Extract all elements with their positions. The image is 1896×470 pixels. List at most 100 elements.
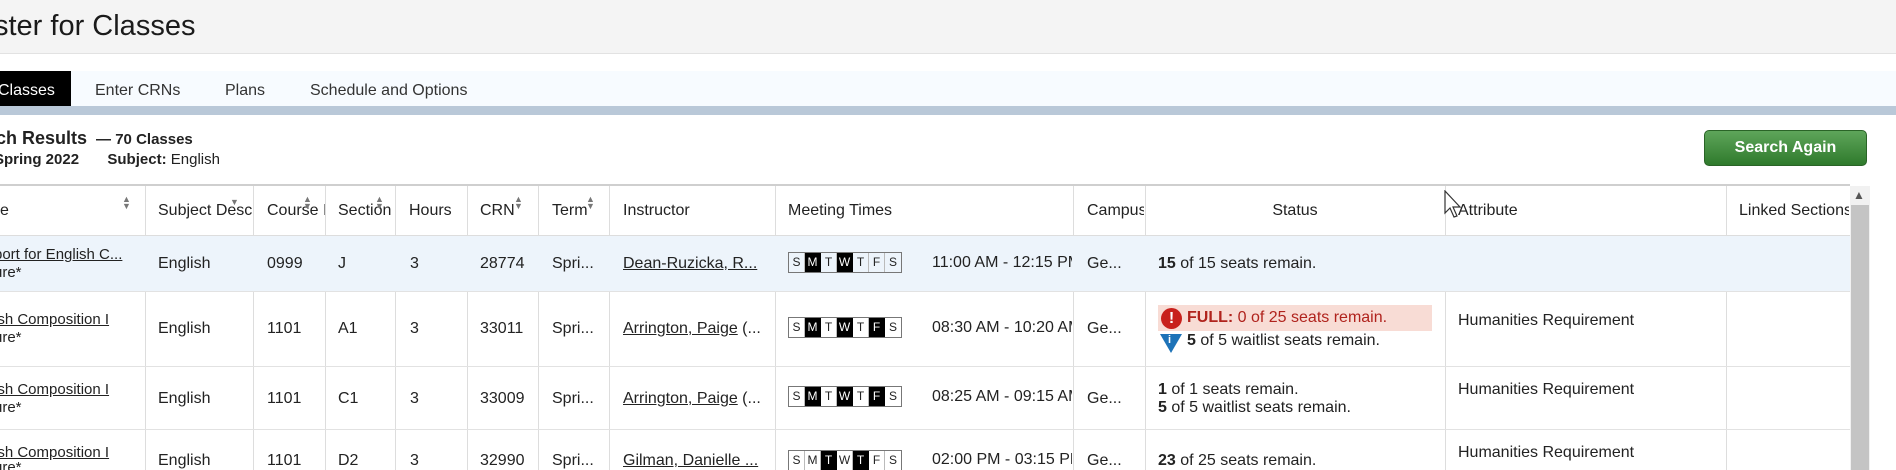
sort-icon[interactable]: ▲ ▼ [514, 195, 523, 211]
campus-cell: Ge... [1087, 320, 1122, 337]
col-title[interactable]: e [0, 186, 140, 236]
day-indicator: T [821, 387, 837, 406]
day-indicator: F [869, 387, 885, 406]
campus-cell: Ge... [1087, 255, 1122, 272]
sort-icon[interactable]: ▼ [230, 198, 239, 207]
course-cell: 0999 [267, 255, 303, 272]
day-indicator: M [805, 318, 821, 337]
status-seats-count: 1 [1158, 381, 1167, 398]
course-title-sub: ure* [0, 329, 22, 346]
course-title-link[interactable]: ish Composition I [0, 311, 132, 328]
status-seats-text: of 15 seats remain. [1175, 255, 1317, 272]
col-linked-sections[interactable]: Linked Sections [1739, 186, 1849, 236]
hours-cell: 3 [410, 390, 419, 407]
waitlist-info-icon: i [1160, 334, 1182, 353]
section-cell: J [338, 255, 346, 272]
col-section[interactable]: Section [338, 186, 394, 236]
crn-cell: 32990 [480, 452, 525, 469]
instructor-suffix: (... [737, 390, 761, 407]
hours-cell: 3 [410, 255, 419, 272]
tab-classes[interactable]: Classes [0, 71, 71, 108]
status-seats-text: of 1 seats remain. [1166, 381, 1299, 398]
day-indicator: S [789, 318, 805, 337]
section-cell: D2 [338, 452, 359, 469]
results-criteria: Spring 2022 Subject: English [0, 151, 220, 168]
day-indicator: T [821, 318, 837, 337]
day-indicator: T [853, 451, 869, 470]
col-hours[interactable]: Hours [409, 186, 464, 236]
day-indicator: S [888, 320, 897, 334]
full-detail: 0 of 25 seats remain. [1233, 309, 1388, 326]
instructor-link[interactable]: Arrington, Paige [623, 320, 738, 337]
instructor-suffix: (... [737, 320, 761, 337]
status-cell: 23 of 25 seats remain. [1158, 452, 1316, 470]
page-title: ster for Classes [0, 10, 196, 42]
day-indicator: S [888, 453, 897, 467]
sort-icon[interactable]: ▲ ▼ [303, 195, 312, 211]
day-indicator: M [805, 451, 821, 470]
day-indicator: S [789, 387, 805, 406]
col-meeting-times[interactable]: Meeting Times [788, 186, 988, 236]
scroll-up-arrow-icon[interactable]: ▲ [1853, 188, 1865, 202]
course-title-sub: ure* [0, 264, 22, 281]
col-course[interactable]: Course I [267, 186, 325, 236]
col-campus[interactable]: Campus [1087, 186, 1144, 236]
crn-cell: 33009 [480, 390, 525, 407]
meeting-days: SMTWTFS [788, 252, 902, 273]
instructor-link[interactable]: Dean-Ruzicka, R... [623, 255, 773, 273]
attribute-cell: Humanities Requirement [1458, 444, 1635, 461]
subject-value: English [170, 151, 220, 168]
day-indicator: T [853, 387, 869, 406]
attribute-cell: Humanities Requirement [1458, 312, 1635, 329]
col-attribute[interactable]: Attribute [1458, 186, 1618, 236]
course-cell: 1101 [267, 452, 302, 469]
waitlist-status: 5 of 5 waitlist seats remain. [1158, 399, 1351, 417]
day-indicator: W [837, 387, 853, 406]
day-indicator: W [837, 451, 853, 470]
term-cell: Spri... [552, 320, 594, 337]
course-cell: 1101 [267, 320, 302, 337]
instructor-cell: Arrington, Paige (... [623, 320, 773, 338]
day-indicator: M [805, 387, 821, 406]
tab-plans[interactable]: Plans [225, 71, 265, 108]
waitlist-count: 5 [1158, 399, 1167, 416]
subject-cell: English [158, 390, 211, 407]
crn-cell: 33011 [480, 320, 524, 337]
day-indicator: F [869, 451, 885, 470]
search-again-button[interactable]: Search Again [1704, 130, 1867, 166]
term-cell: Spri... [552, 390, 594, 407]
day-indicator: S [888, 255, 897, 269]
day-indicator: W [837, 253, 853, 272]
instructor-link[interactable]: Gilman, Danielle ... [623, 452, 773, 470]
term-value: Spring 2022 [0, 151, 80, 168]
meeting-time: 08:30 AM - 10:20 AM [932, 319, 1072, 336]
results-count: — 70 Classes [96, 131, 193, 148]
term-cell: Spri... [552, 255, 594, 272]
full-status-text: FULL: 0 of 25 seats remain. [1187, 309, 1387, 327]
col-subject[interactable]: Subject Descri [158, 186, 253, 236]
crn-cell: 28774 [480, 255, 525, 272]
results-title: ch Results — 70 Classes [0, 128, 193, 149]
col-instructor[interactable]: Instructor [623, 186, 763, 236]
waitlist-status: 5 of 5 waitlist seats remain. [1187, 332, 1380, 350]
subject-cell: English [158, 255, 211, 272]
term-cell: Spri... [552, 452, 594, 469]
day-indicator: W [837, 318, 853, 337]
sort-icon[interactable]: ▲ ▼ [122, 195, 131, 211]
subject-key: Subject: [107, 151, 167, 168]
course-title-link[interactable]: port for English C... [0, 246, 132, 263]
meeting-days: SMTWTFS [788, 386, 902, 407]
meeting-time: 08:25 AM - 09:15 AM [932, 388, 1072, 405]
tab-schedule-and-options[interactable]: Schedule and Options [310, 71, 467, 108]
attribute-cell: Humanities Requirement [1458, 381, 1635, 398]
day-indicator: S [789, 253, 805, 272]
day-indicator: M [805, 253, 821, 272]
instructor-link[interactable]: Arrington, Paige [623, 390, 738, 407]
col-status[interactable]: Status [1145, 186, 1445, 236]
course-title-link[interactable]: ish Composition I [0, 381, 132, 398]
sort-icon[interactable]: ▲ ▼ [586, 195, 595, 211]
tab-enter-crns[interactable]: Enter CRNs [95, 71, 180, 108]
full-label: FULL: [1187, 309, 1234, 326]
scrollbar-thumb[interactable] [1851, 205, 1869, 470]
sort-icon[interactable]: ▲ ▼ [375, 195, 384, 211]
